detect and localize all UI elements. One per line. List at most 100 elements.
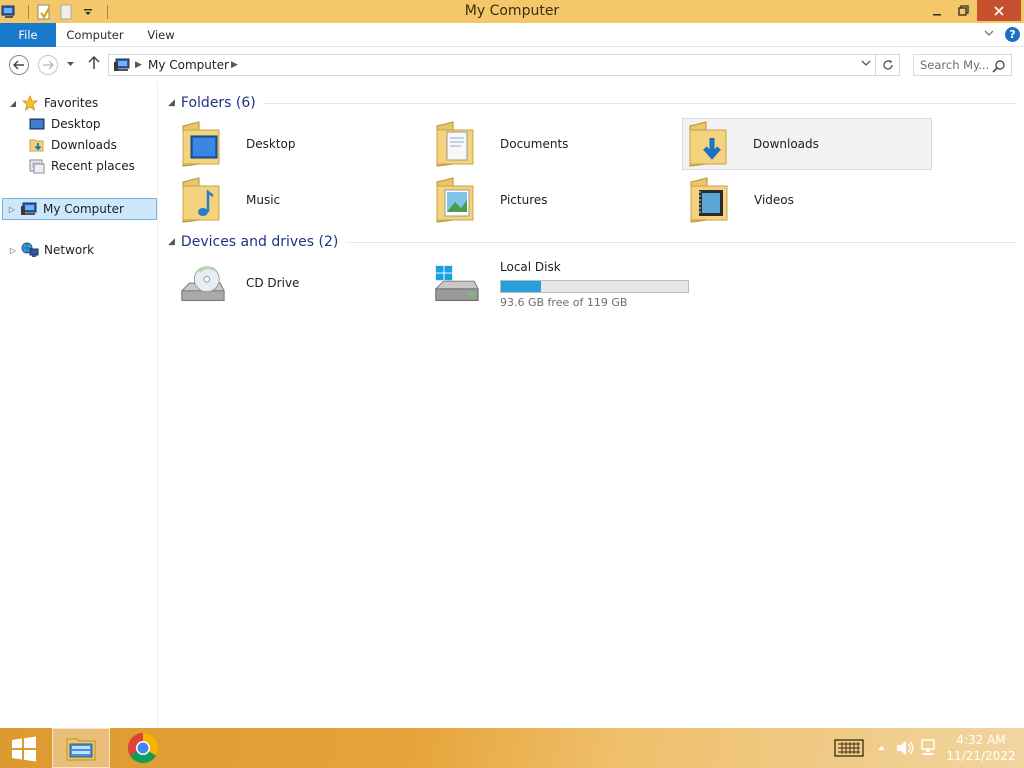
forward-button[interactable] [38, 55, 58, 75]
folder-desktop[interactable]: Desktop [176, 118, 426, 170]
recent-locations-dropdown-icon[interactable] [66, 57, 75, 70]
collapse-group-icon[interactable]: ◢ [168, 237, 175, 247]
disk-usage-fill [501, 281, 541, 292]
refresh-button[interactable] [876, 54, 900, 76]
navigation-pane: ◢ Favorites Desktop Downloads Recent pla… [0, 82, 158, 728]
touch-keyboard-icon[interactable] [832, 728, 866, 768]
group-title: Folders (6) [180, 95, 256, 111]
cd-drive-icon [178, 262, 226, 310]
music-folder-icon [178, 176, 226, 224]
close-icon [994, 5, 1004, 16]
start-button[interactable] [8, 735, 40, 763]
folder-pictures[interactable]: Pictures [430, 174, 680, 226]
tab-file[interactable]: File [0, 23, 56, 47]
drive-label: CD Drive [246, 276, 300, 290]
toolbar-separator [28, 5, 29, 19]
expand-ribbon-icon[interactable] [984, 27, 994, 40]
new-folder-icon[interactable] [57, 3, 75, 21]
clock-date: 11/21/2022 [946, 749, 1016, 763]
collapse-arrow-icon[interactable]: ◢ [8, 99, 18, 108]
address-dropdown-icon[interactable] [861, 59, 871, 70]
tree-label: Downloads [51, 138, 117, 152]
folder-music[interactable]: Music [176, 174, 426, 226]
help-icon[interactable]: ? [1005, 27, 1020, 42]
taskbar-file-explorer[interactable] [52, 728, 110, 768]
tree-label: Desktop [51, 117, 101, 131]
close-button[interactable] [977, 0, 1021, 21]
drive-local-disk[interactable]: Local Disk 93.6 GB free of 119 GB [430, 258, 690, 314]
breadcrumb-my-computer[interactable]: My Computer [148, 58, 229, 72]
tree-my-computer[interactable]: ▷ My Computer [2, 198, 157, 220]
tree-item-desktop[interactable]: Desktop [28, 114, 101, 134]
clock-time: 4:32 AM [956, 733, 1006, 747]
tree-label: Favorites [44, 96, 99, 110]
pane-divider[interactable] [157, 82, 158, 728]
folder-label: Pictures [500, 193, 548, 207]
videos-folder-icon [686, 176, 734, 224]
title-bar: My Computer [0, 0, 1024, 23]
group-title: Devices and drives (2) [180, 234, 339, 250]
downloads-folder-icon [685, 120, 733, 168]
tree-label: Recent places [51, 159, 135, 173]
folder-documents[interactable]: Documents [430, 118, 680, 170]
refresh-icon [882, 60, 893, 70]
properties-icon[interactable] [35, 3, 53, 21]
search-icon[interactable] [992, 58, 1006, 77]
folder-label: Documents [500, 137, 569, 151]
collapse-group-icon[interactable]: ◢ [168, 98, 175, 108]
minimize-button[interactable] [924, 0, 950, 21]
restore-button[interactable] [950, 0, 976, 21]
back-button[interactable] [9, 55, 29, 75]
system-clock[interactable]: 4:32 AM 11/21/2022 [944, 732, 1018, 764]
back-arrow-icon [13, 60, 24, 70]
tree-network[interactable]: ▷ Network [8, 240, 94, 260]
tree-favorites[interactable]: ◢ Favorites [8, 93, 98, 113]
forward-arrow-icon [43, 60, 54, 70]
file-explorer-icon [66, 738, 96, 761]
computer-icon[interactable] [0, 3, 18, 21]
disk-free-space: 93.6 GB free of 119 GB [500, 296, 628, 309]
folder-label: Videos [754, 193, 794, 207]
breadcrumb-arrow-icon[interactable]: ▶ [135, 60, 142, 70]
volume-icon[interactable] [894, 728, 916, 768]
expand-arrow-icon[interactable]: ▷ [8, 246, 18, 255]
tab-computer[interactable]: Computer [60, 23, 130, 47]
folder-downloads[interactable]: Downloads [682, 118, 932, 170]
minimize-icon [933, 13, 941, 15]
breadcrumb-arrow-icon[interactable]: ▶ [231, 60, 238, 70]
desktop-folder-icon [178, 120, 226, 168]
show-hidden-icons-icon[interactable] [872, 728, 890, 768]
pictures-folder-icon [432, 176, 480, 224]
local-disk-icon [432, 262, 480, 310]
disk-usage-bar [500, 280, 689, 293]
content-pane: ◢ Folders (6) Desktop Documents Download… [160, 82, 1024, 728]
tree-item-downloads[interactable]: Downloads [28, 135, 117, 155]
customize-toolbar-dropdown-icon[interactable] [79, 3, 97, 21]
expand-arrow-icon[interactable]: ▷ [7, 205, 17, 214]
downloads-icon [28, 137, 46, 153]
address-bar[interactable]: ▶ My Computer ▶ [108, 54, 876, 76]
up-arrow-icon[interactable] [88, 55, 100, 73]
tree-label: My Computer [43, 202, 124, 216]
recent-places-icon [28, 158, 46, 174]
folders-group-header[interactable]: ◢ Folders (6) [168, 93, 1016, 113]
search-input[interactable] [920, 57, 992, 73]
taskbar-chrome[interactable] [114, 728, 172, 768]
quick-access-toolbar [0, 2, 114, 22]
drives-group-header[interactable]: ◢ Devices and drives (2) [168, 232, 1016, 252]
group-divider [263, 102, 1016, 104]
ribbon-tab-bar: File Computer View ? [0, 23, 1024, 47]
tab-view[interactable]: View [138, 23, 184, 47]
folder-label: Downloads [753, 137, 819, 151]
toolbar-separator [107, 5, 108, 19]
chrome-icon [127, 733, 159, 764]
search-box[interactable] [913, 54, 1012, 76]
tree-item-recent-places[interactable]: Recent places [28, 156, 135, 176]
folder-videos[interactable]: Videos [684, 174, 934, 226]
drive-cd[interactable]: CD Drive [176, 258, 436, 314]
window-title: My Computer [464, 3, 560, 19]
taskbar: 4:32 AM 11/21/2022 [0, 728, 1024, 768]
network-status-icon[interactable] [918, 728, 940, 768]
desktop-icon [28, 116, 46, 132]
folder-label: Music [246, 193, 281, 207]
